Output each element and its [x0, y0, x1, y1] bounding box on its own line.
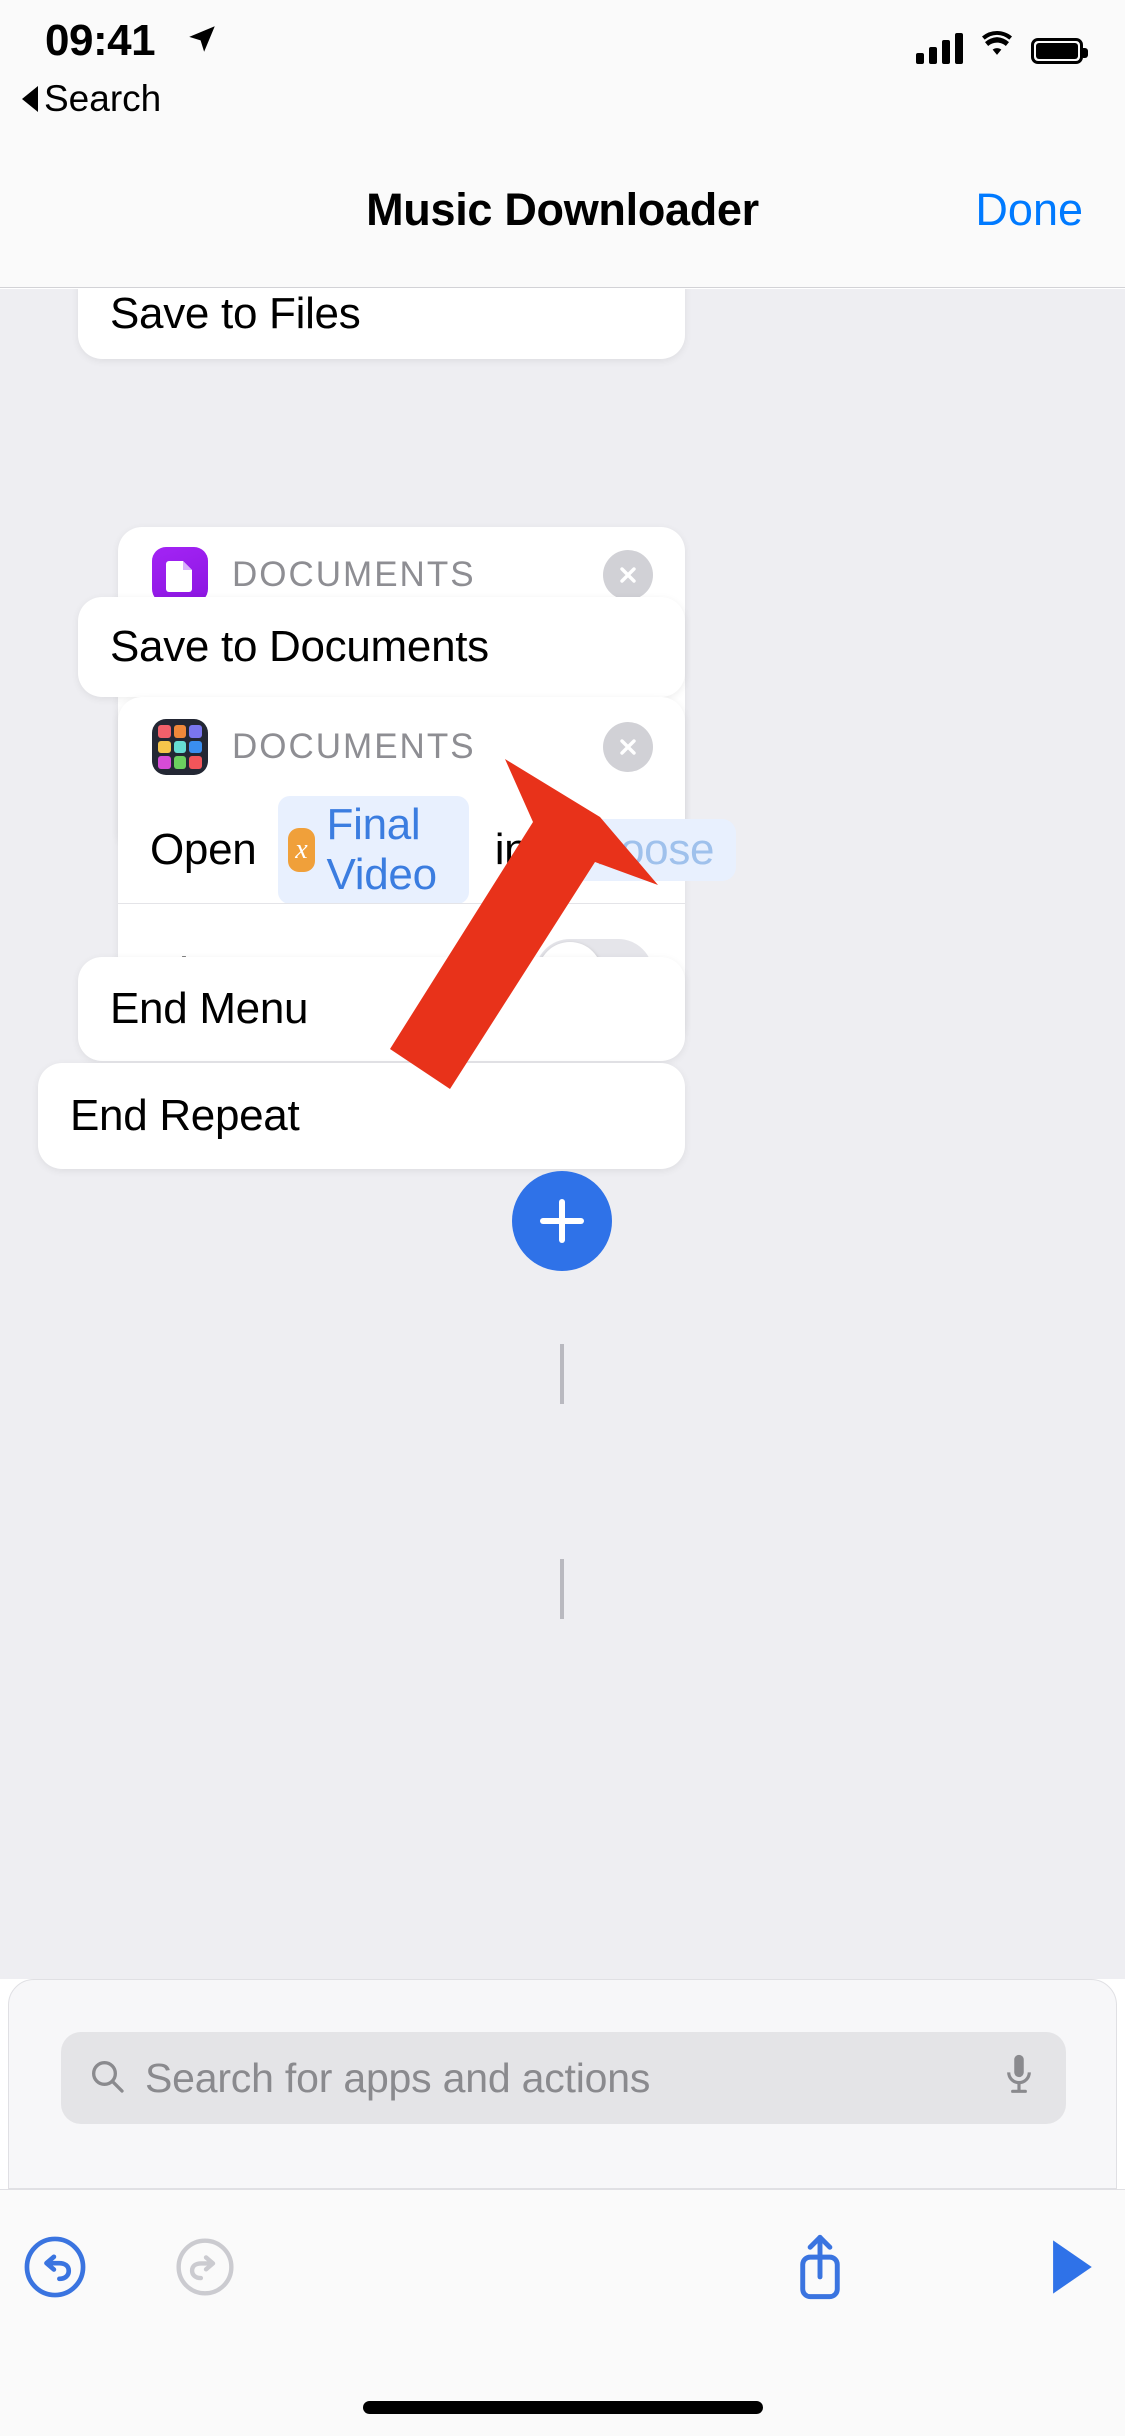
action-card-header: DOCUMENTS: [118, 697, 685, 797]
action-card-save-to-files[interactable]: Save to Files: [78, 289, 685, 359]
navigation-bar: Music Downloader Done: [0, 132, 1125, 288]
action-card-save-to-documents[interactable]: Save to Documents: [78, 597, 685, 697]
action-card-label: Save to Documents: [110, 622, 489, 671]
action-summary-row[interactable]: Open x Final Video in Choose: [118, 796, 737, 904]
action-verb: Open: [150, 825, 257, 874]
close-icon[interactable]: [603, 550, 653, 600]
action-card-label: Save to Files: [110, 289, 361, 338]
back-label: Search: [44, 78, 162, 119]
variable-token-label: Final Video: [326, 800, 438, 899]
status-indicators: [916, 22, 1088, 64]
card-connector: [560, 1344, 564, 1404]
run-button[interactable]: [1015, 2212, 1125, 2322]
card-connector: [560, 1559, 564, 1619]
add-action-button[interactable]: [512, 1171, 612, 1271]
action-card-end-menu[interactable]: End Menu: [78, 957, 685, 1061]
action-search-panel: Search for apps and actions: [8, 1979, 1117, 2189]
share-button[interactable]: [765, 2212, 875, 2322]
documents-grid-icon: [152, 719, 208, 775]
location-arrow-icon: [185, 22, 219, 61]
action-app-label: DOCUMENTS: [232, 555, 476, 594]
variable-x-icon: x: [288, 828, 315, 872]
back-triangle-icon: [22, 86, 38, 112]
status-bar: 09:41 Search: [0, 0, 1125, 132]
action-app-label: DOCUMENTS: [232, 727, 476, 766]
close-icon[interactable]: [603, 722, 653, 772]
signal-bars-icon: [916, 32, 963, 64]
shortcut-canvas[interactable]: Save to Files DOCUMENTS Save x Final Vid…: [0, 289, 1125, 1979]
choose-app-placeholder[interactable]: Choose: [542, 819, 737, 881]
search-icon: [87, 2056, 127, 2101]
battery-full-icon: [1031, 38, 1088, 64]
action-card-label: End Repeat: [70, 1091, 300, 1140]
redo-button: [150, 2212, 260, 2322]
undo-button[interactable]: [0, 2212, 110, 2322]
back-to-search-button[interactable]: Search: [22, 78, 161, 120]
search-input[interactable]: Search for apps and actions: [61, 2032, 1066, 2124]
action-card-end-repeat[interactable]: End Repeat: [38, 1063, 685, 1169]
home-indicator: [362, 2401, 763, 2414]
choose-label: Choose: [564, 825, 715, 874]
wifi-icon: [977, 29, 1017, 64]
variable-token-final-video[interactable]: x Final Video: [278, 796, 469, 904]
action-card-label: End Menu: [110, 984, 309, 1033]
bottom-toolbar: [0, 2189, 1125, 2436]
page-title: Music Downloader: [366, 184, 759, 235]
connector-word: in: [494, 825, 529, 874]
search-placeholder: Search for apps and actions: [145, 2054, 651, 2101]
documents-page-icon: [152, 547, 208, 603]
status-time: 09:41: [45, 16, 156, 65]
done-button[interactable]: Done: [975, 132, 1083, 288]
microphone-icon[interactable]: [1000, 2052, 1038, 2105]
